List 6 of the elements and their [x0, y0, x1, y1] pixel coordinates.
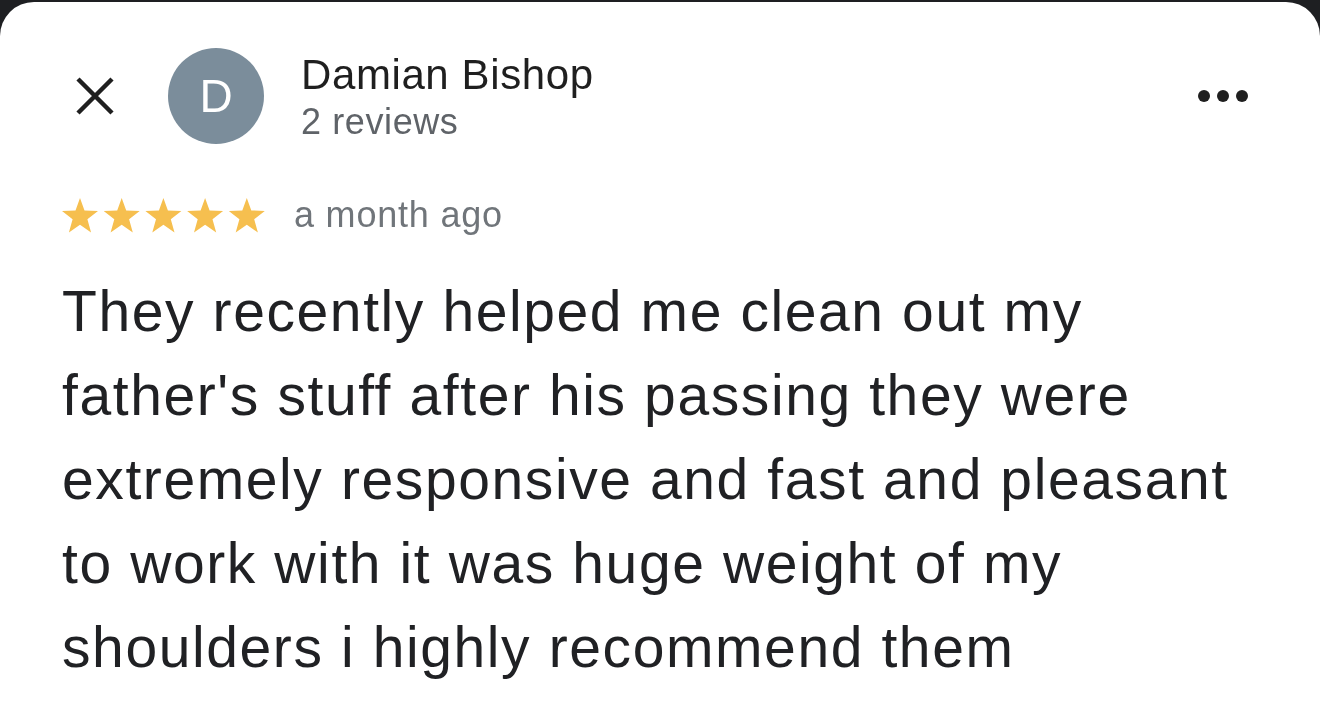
review-text: They recently helped me clean out my father's stuff after his passing they were extremely responsive and fast and pleasant to work with it was huge weight of my shoulders i highly recommend them: [62, 278, 1230, 681]
review-count: 2 reviews: [301, 100, 459, 144]
close-icon[interactable]: [75, 76, 115, 116]
more-icon[interactable]: [1198, 90, 1248, 102]
review-time: a month ago: [294, 194, 503, 236]
reviewer-name[interactable]: Damian Bishop: [301, 52, 594, 97]
